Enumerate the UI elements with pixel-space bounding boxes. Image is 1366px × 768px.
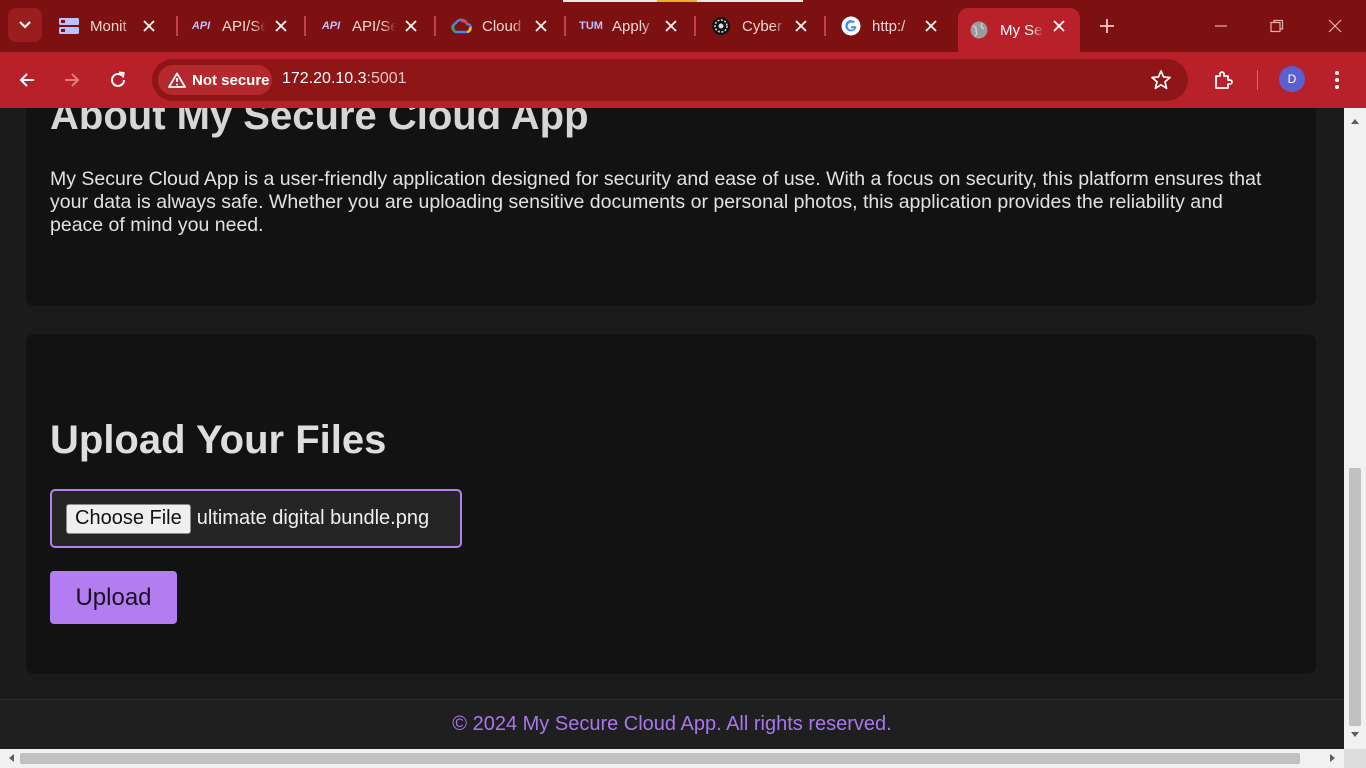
tab-my-secure-app[interactable]: My Se [958,8,1080,52]
scroll-left-icon[interactable] [6,753,16,763]
close-icon[interactable] [662,17,680,35]
api-icon: API [191,20,211,32]
reload-icon [111,71,125,87]
page-footer: © 2024 My Secure Cloud App. All rights r… [0,699,1344,749]
scroll-down-icon[interactable] [1350,730,1360,740]
horizontal-scroll-thumb[interactable] [20,753,1300,764]
globe-icon [968,21,990,39]
dashboard-icon [58,17,80,35]
kebab-menu-icon [1335,71,1339,89]
tab-api-2[interactable]: API API/Se [310,8,432,44]
close-icon[interactable] [792,17,810,35]
tab-label: API/Se [352,17,396,35]
page-viewport: About My Secure Cloud App My Secure Clou… [0,108,1344,749]
tab-label: Apply [612,17,650,35]
back-button[interactable] [11,64,43,96]
google-cloud-icon [450,17,472,35]
arrow-left-icon [19,73,34,87]
tab-apply[interactable]: TUM Apply [570,8,692,44]
tab-monit[interactable]: Monit [48,8,170,44]
restore-button[interactable] [1265,14,1289,38]
tab-label: http:/ [872,17,906,35]
star-icon [1151,70,1171,90]
close-icon[interactable] [272,17,290,35]
google-icon [840,16,862,36]
tab-label: Monit [90,17,127,35]
api-icon: API [321,20,341,32]
tab-cloud[interactable]: Cloud [440,8,562,44]
scroll-up-icon[interactable] [1350,116,1360,126]
url-text[interactable]: 172.20.10.3:5001 [282,70,407,88]
chevron-down-icon [19,21,31,29]
tab-search-button[interactable] [8,8,42,42]
close-icon[interactable] [402,17,420,35]
forward-button[interactable] [56,64,88,96]
file-input[interactable]: Choose File ultimate digital bundle.png [50,489,462,548]
tab-label: API/Se [222,17,266,35]
reload-button[interactable] [102,64,134,96]
upload-button[interactable]: Upload [50,571,177,624]
tum-icon: TUM [579,20,603,32]
url-host: 172.20.10.3 [282,70,367,87]
url-port: :5001 [366,70,407,87]
restore-icon [1270,19,1284,33]
vertical-scroll-thumb[interactable] [1349,468,1361,726]
plus-icon [1100,19,1114,33]
minimize-icon [1215,25,1227,27]
profile-avatar[interactable]: D [1279,66,1305,92]
selected-file-name: ultimate digital bundle.png [196,507,430,529]
footer-copyright: © 2024 My Secure Cloud App. All rights r… [452,713,892,735]
security-status: Not secure [192,71,270,89]
close-icon[interactable] [140,17,158,35]
minimize-button[interactable] [1209,14,1233,38]
warning-icon [168,72,186,88]
tab-label: Cloud [482,17,522,35]
tab-label: My Se [1000,21,1043,39]
tab-cyber[interactable]: Cyber [700,8,822,44]
about-section: About My Secure Cloud App My Secure Clou… [26,108,1316,306]
horizontal-scrollbar[interactable] [0,749,1344,768]
choose-file-button[interactable]: Choose File [66,503,191,534]
vertical-scrollbar[interactable] [1344,108,1366,749]
tab-http[interactable]: http:/ [830,8,952,44]
browser-menu-button[interactable] [1323,66,1351,94]
close-icon[interactable] [1050,17,1068,35]
address-bar[interactable]: Not secure 172.20.10.3:5001 [152,59,1188,101]
extensions-button[interactable] [1210,66,1238,94]
window-close-button[interactable] [1323,14,1347,38]
upload-title: Upload Your Files [50,418,387,462]
tab-label: Cyber [742,17,783,35]
puzzle-icon [1215,71,1233,89]
new-tab-button[interactable] [1094,13,1120,39]
upload-section: Upload Your Files Choose File ultimate d… [26,334,1316,674]
browser-toolbar: Not secure 172.20.10.3:5001 D [0,52,1366,108]
about-description: My Secure Cloud App is a user-friendly a… [50,168,1262,236]
close-icon [1328,19,1342,33]
tab-loading-indicator [563,0,803,2]
scrollbar-corner [1344,749,1366,768]
close-icon[interactable] [922,17,940,35]
tab-api-1[interactable]: API API/Se [180,8,302,44]
tab-strip: Monit API API/Se API API/Se Cloud TUM Ap… [0,0,1366,52]
about-title: About My Secure Cloud App [50,108,589,138]
cyber-icon [710,17,732,35]
scroll-right-icon[interactable] [1328,753,1338,763]
arrow-right-icon [65,73,80,87]
bookmark-button[interactable] [1150,69,1172,96]
close-icon[interactable] [532,17,550,35]
site-info-chip[interactable]: Not secure [158,65,272,95]
